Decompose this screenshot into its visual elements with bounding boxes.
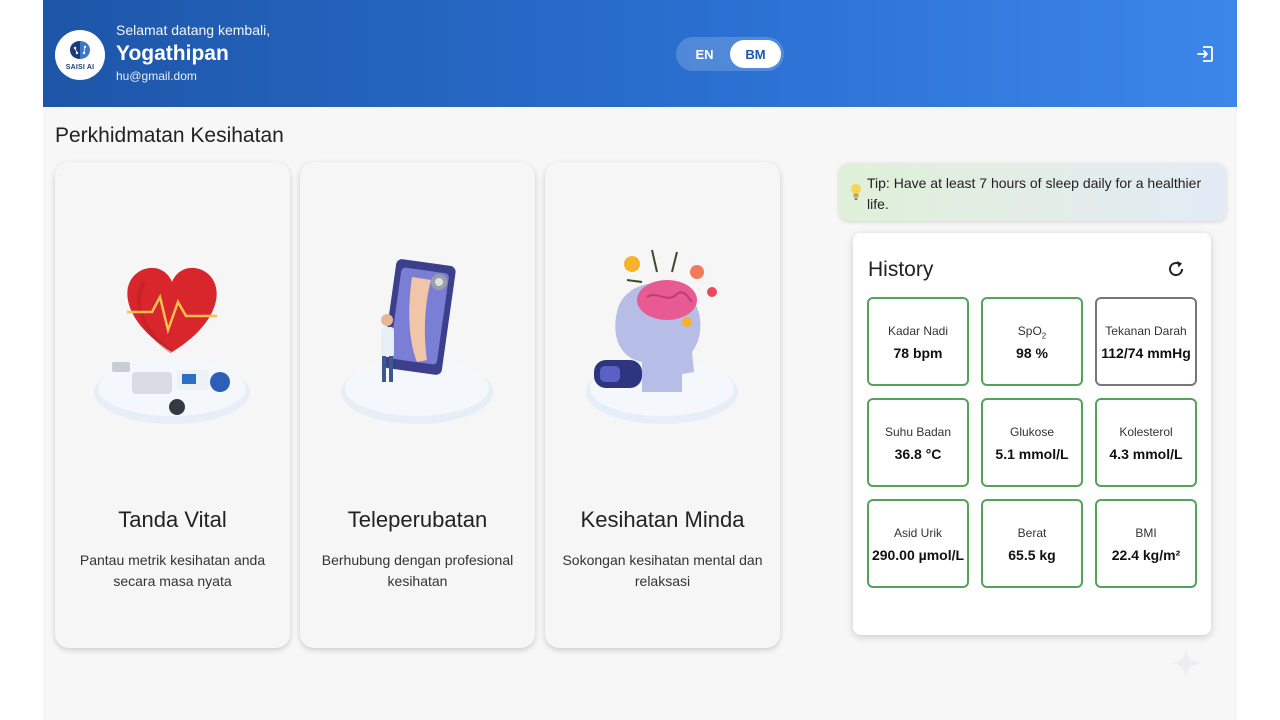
metric-card-uric-acid[interactable]: Asid Urik 290.00 µmol/L	[867, 499, 969, 588]
lang-en-button[interactable]: EN	[679, 40, 730, 68]
service-card-vital-signs[interactable]: Tanda Vital Pantau metrik kesihatan anda…	[55, 162, 290, 648]
brain-logo-icon	[70, 41, 90, 59]
language-toggle: EN BM	[676, 37, 784, 71]
page-title: Perkhidmatan Kesihatan	[55, 124, 284, 147]
metric-label: Glukose	[1009, 425, 1055, 439]
metric-card-heart-rate[interactable]: Kadar Nadi 78 bpm	[867, 297, 969, 386]
logo-text: SAISI AI	[65, 64, 95, 71]
metric-value: 36.8 °C	[894, 446, 942, 462]
metric-card-glucose[interactable]: Glukose 5.1 mmol/L	[981, 398, 1083, 487]
metric-label: Suhu Badan	[884, 425, 952, 439]
logout-icon[interactable]	[1195, 44, 1215, 64]
metric-card-body-temperature[interactable]: Suhu Badan 36.8 °C	[867, 398, 969, 487]
metric-card-bmi[interactable]: BMI 22.4 kg/m²	[1095, 499, 1197, 588]
metric-value: 65.5 kg	[1008, 547, 1056, 563]
greeting-text: Selamat datang kembali,	[116, 22, 271, 38]
metric-value: 112/74 mmHg	[1101, 345, 1191, 361]
metric-value: 290.00 µmol/L	[871, 547, 965, 563]
metric-value: 98 %	[1016, 345, 1048, 361]
service-card-mental-health[interactable]: Kesihatan Minda Sokongan kesihatan menta…	[545, 162, 780, 648]
metric-value: 22.4 kg/m²	[1111, 547, 1181, 563]
tip-text: Tip: Have at least 7 hours of sleep dail…	[867, 175, 1202, 212]
mental-health-illustration-icon	[586, 249, 738, 424]
metric-label: Kolesterol	[1119, 425, 1173, 439]
service-description: Sokongan kesihatan mental dan relaksasi	[562, 552, 763, 589]
metric-value: 5.1 mmol/L	[995, 446, 1069, 462]
health-tip-banner: Tip: Have at least 7 hours of sleep dail…	[839, 163, 1226, 221]
service-title: Teleperubatan	[347, 507, 488, 532]
vital-signs-illustration-icon	[94, 267, 250, 424]
telemedicine-illustration-icon	[341, 259, 493, 424]
welcome-block: Selamat datang kembali, Yogathipan hu@gm…	[116, 22, 270, 83]
metric-card-spo2[interactable]: SpO2 98 %	[981, 297, 1083, 386]
metric-label: Tekanan Darah	[1105, 324, 1187, 338]
metric-label: BMI	[1135, 526, 1157, 540]
service-description: Pantau metrik kesihatan anda secara masa…	[79, 552, 266, 589]
lang-bm-button[interactable]: BM	[730, 40, 781, 68]
metric-card-weight[interactable]: Berat 65.5 kg	[981, 499, 1083, 588]
metric-value: 78 bpm	[893, 345, 943, 361]
lightbulb-icon	[851, 184, 861, 200]
app-window: SAISI AI Selamat datang kembali, Yogathi…	[43, 0, 1237, 720]
service-card-telemedicine[interactable]: Teleperubatan Berhubung dengan profesion…	[300, 162, 535, 648]
metric-label-subscript: 2	[1041, 331, 1047, 341]
metric-card-cholesterol[interactable]: Kolesterol 4.3 mmol/L	[1095, 398, 1197, 487]
service-title: Kesihatan Minda	[580, 507, 745, 532]
user-email: hu@gmail.dom	[116, 69, 197, 83]
app-logo[interactable]: SAISI AI	[55, 30, 105, 80]
service-title: Tanda Vital	[118, 507, 227, 532]
sparkle-icon	[1170, 647, 1202, 679]
metric-card-blood-pressure[interactable]: Tekanan Darah 112/74 mmHg	[1095, 297, 1197, 386]
refresh-icon[interactable]	[1166, 259, 1186, 279]
metric-label: Asid Urik	[893, 526, 942, 540]
metric-label: Kadar Nadi	[887, 324, 949, 338]
user-name: Yogathipan	[116, 42, 229, 65]
service-description: Berhubung dengan profesional kesihatan	[321, 552, 514, 589]
history-title: History	[868, 258, 934, 281]
history-panel: History Kadar Nadi 78 bpm SpO2 98 % Teka…	[853, 233, 1211, 635]
header-bar: SAISI AI Selamat datang kembali, Yogathi…	[43, 0, 1237, 107]
metric-label: SpO2	[983, 324, 1081, 340]
metric-label-main: SpO	[1017, 324, 1042, 338]
metric-value: 4.3 mmol/L	[1109, 446, 1183, 462]
metric-label: Berat	[1017, 526, 1047, 540]
